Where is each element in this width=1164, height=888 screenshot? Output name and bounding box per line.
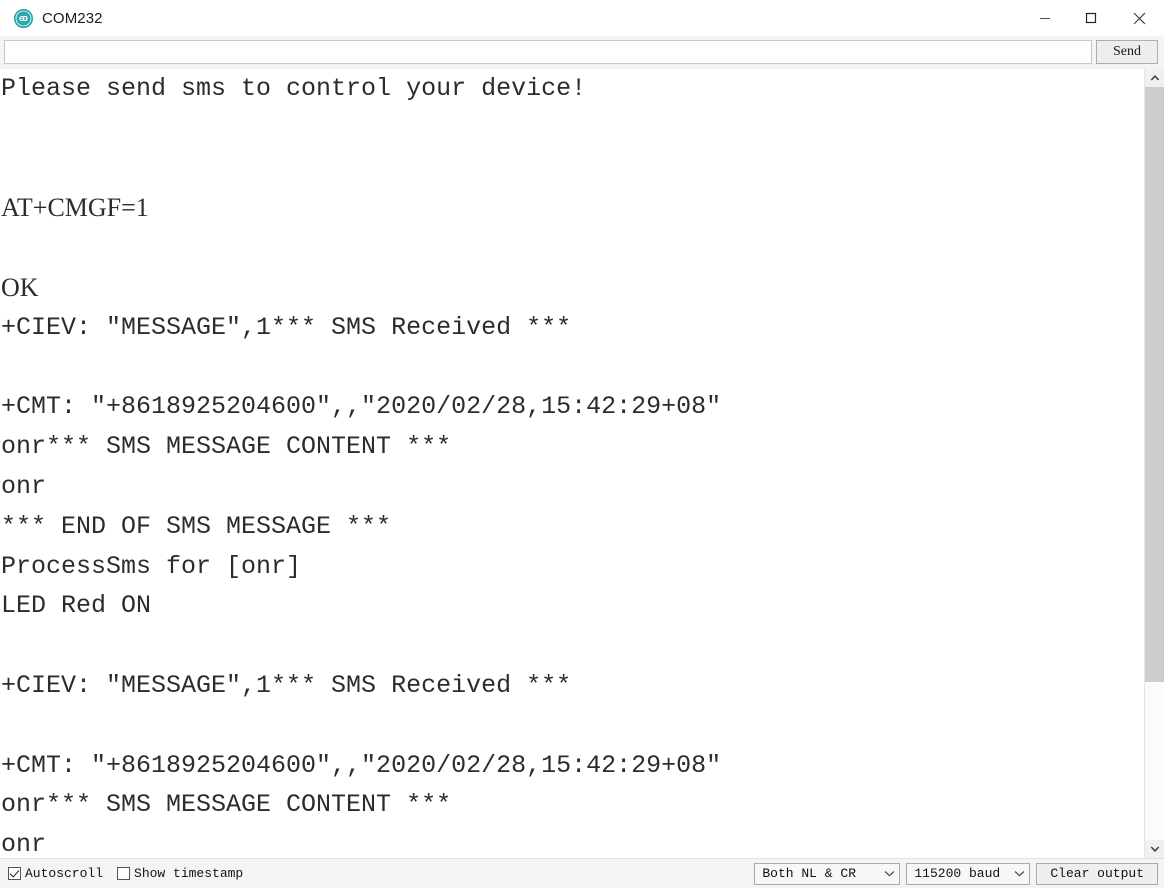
terminal-line: *** END OF SMS MESSAGE *** <box>1 511 392 541</box>
baud-rate-select[interactable]: 115200 baud <box>906 862 1031 885</box>
send-bar: Send <box>0 36 1164 68</box>
send-input[interactable] <box>4 40 1092 64</box>
chevron-down-icon <box>884 870 895 877</box>
terminal-area: Please send sms to control your device! … <box>0 68 1164 858</box>
autoscroll-checkbox[interactable]: Autoscroll <box>8 866 103 881</box>
chevron-up-icon <box>1150 75 1159 81</box>
terminal-line: +CMT: "+8618925204600",,"2020/02/28,15:4… <box>1 750 722 780</box>
window-controls <box>1022 0 1164 36</box>
status-bar: Autoscroll Show timestamp Both NL & CR 1… <box>0 858 1164 888</box>
terminal-line: onr <box>1 830 47 858</box>
terminal-line: onr <box>1 471 47 501</box>
line-ending-value: Both NL & CR <box>762 866 856 881</box>
vertical-scrollbar[interactable] <box>1144 69 1164 858</box>
autoscroll-checkbox-box[interactable] <box>8 867 21 880</box>
scroll-up-button[interactable] <box>1145 69 1164 87</box>
chevron-down-icon <box>1014 870 1025 877</box>
autoscroll-label: Autoscroll <box>25 866 104 881</box>
terminal-line: AT+CMGF=1 <box>1 193 149 223</box>
minimize-icon[interactable] <box>1022 0 1068 36</box>
terminal-line: LED Red ON <box>1 591 152 621</box>
baud-rate-value: 115200 baud <box>914 866 1001 881</box>
terminal-line: +CIEV: "MESSAGE",1*** SMS Received *** <box>1 670 572 700</box>
arduino-logo-icon <box>14 8 33 28</box>
scrollbar-thumb[interactable] <box>1145 87 1164 682</box>
terminal-line: +CIEV: "MESSAGE",1*** SMS Received *** <box>1 312 572 342</box>
checkbox-group: Autoscroll Show timestamp <box>8 866 243 881</box>
show-timestamp-label: Show timestamp <box>134 866 244 881</box>
scroll-down-button[interactable] <box>1145 840 1164 858</box>
terminal-line: Please send sms to control your device! <box>1 74 587 103</box>
chevron-down-icon <box>1150 846 1159 852</box>
send-button[interactable]: Send <box>1096 40 1158 64</box>
maximize-icon[interactable] <box>1068 0 1114 36</box>
terminal-line: ProcessSms for [onr] <box>1 551 302 581</box>
terminal-line: OK <box>1 272 39 302</box>
scrollbar-track[interactable] <box>1145 87 1164 840</box>
status-bar-right: Both NL & CR 115200 baud Clear output <box>754 862 1158 885</box>
serial-monitor-window: COM232 Send Please send sms to control y… <box>0 0 1164 888</box>
terminal-line: onr*** SMS MESSAGE CONTENT *** <box>1 432 452 462</box>
window-title: COM232 <box>42 9 103 27</box>
show-timestamp-checkbox[interactable]: Show timestamp <box>117 866 243 881</box>
terminal-output[interactable]: Please send sms to control your device! … <box>0 69 1144 858</box>
clear-output-button[interactable]: Clear output <box>1036 862 1158 885</box>
terminal-line: onr*** SMS MESSAGE CONTENT *** <box>1 790 452 820</box>
title-bar: COM232 <box>0 0 1164 36</box>
terminal-line: +CMT: "+8618925204600",,"2020/02/28,15:4… <box>1 392 722 422</box>
close-icon[interactable] <box>1114 0 1164 36</box>
title-bar-left: COM232 <box>0 8 103 28</box>
show-timestamp-checkbox-box[interactable] <box>117 867 131 880</box>
line-ending-select[interactable]: Both NL & CR <box>754 862 901 885</box>
